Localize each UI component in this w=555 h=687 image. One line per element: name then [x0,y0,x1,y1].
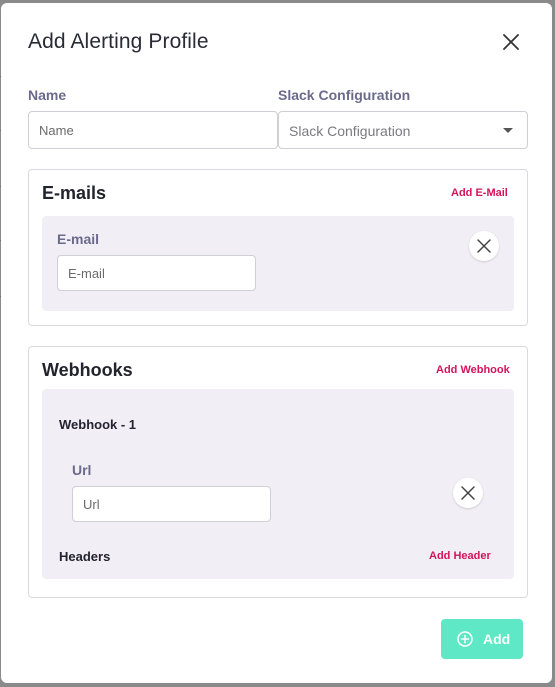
slack-configuration-label: Slack Configuration [278,87,411,103]
url-label: Url [72,462,92,478]
url-input[interactable] [72,486,271,522]
close-button[interactable] [499,30,523,54]
close-icon [461,486,475,500]
remove-email-button[interactable] [469,231,499,261]
slack-configuration-placeholder: Slack Configuration [289,123,411,139]
add-alerting-profile-dialog: Add Alerting Profile Name Slack Configur… [1,3,552,683]
dialog-title: Add Alerting Profile [28,30,209,53]
name-input[interactable] [28,111,278,149]
email-input[interactable] [57,255,256,291]
webhook-item: Webhook - 1 Url Headers Add Header [42,389,514,579]
add-submit-button[interactable]: Add [441,619,523,659]
close-icon [477,239,491,253]
emails-section: E-mails Add E-Mail E-mail [28,169,528,326]
close-icon [503,34,519,50]
slack-configuration-select[interactable]: Slack Configuration [278,111,528,149]
chevron-down-icon [503,128,513,133]
webhook-title: Webhook - 1 [59,417,137,432]
add-header-button[interactable]: Add Header [429,550,491,562]
webhooks-section: Webhooks Add Webhook Webhook - 1 Url Hea… [28,346,528,598]
name-label: Name [28,87,67,103]
email-item: E-mail [42,216,514,311]
email-label: E-mail [57,231,100,247]
add-email-button[interactable]: Add E-Mail [451,187,508,199]
webhooks-title: Webhooks [42,360,133,380]
add-webhook-button[interactable]: Add Webhook [436,364,510,376]
remove-webhook-button[interactable] [453,478,483,508]
add-submit-label: Add [483,631,511,647]
headers-label: Headers [59,549,111,564]
plus-circle-icon [457,631,473,647]
emails-title: E-mails [42,183,107,203]
